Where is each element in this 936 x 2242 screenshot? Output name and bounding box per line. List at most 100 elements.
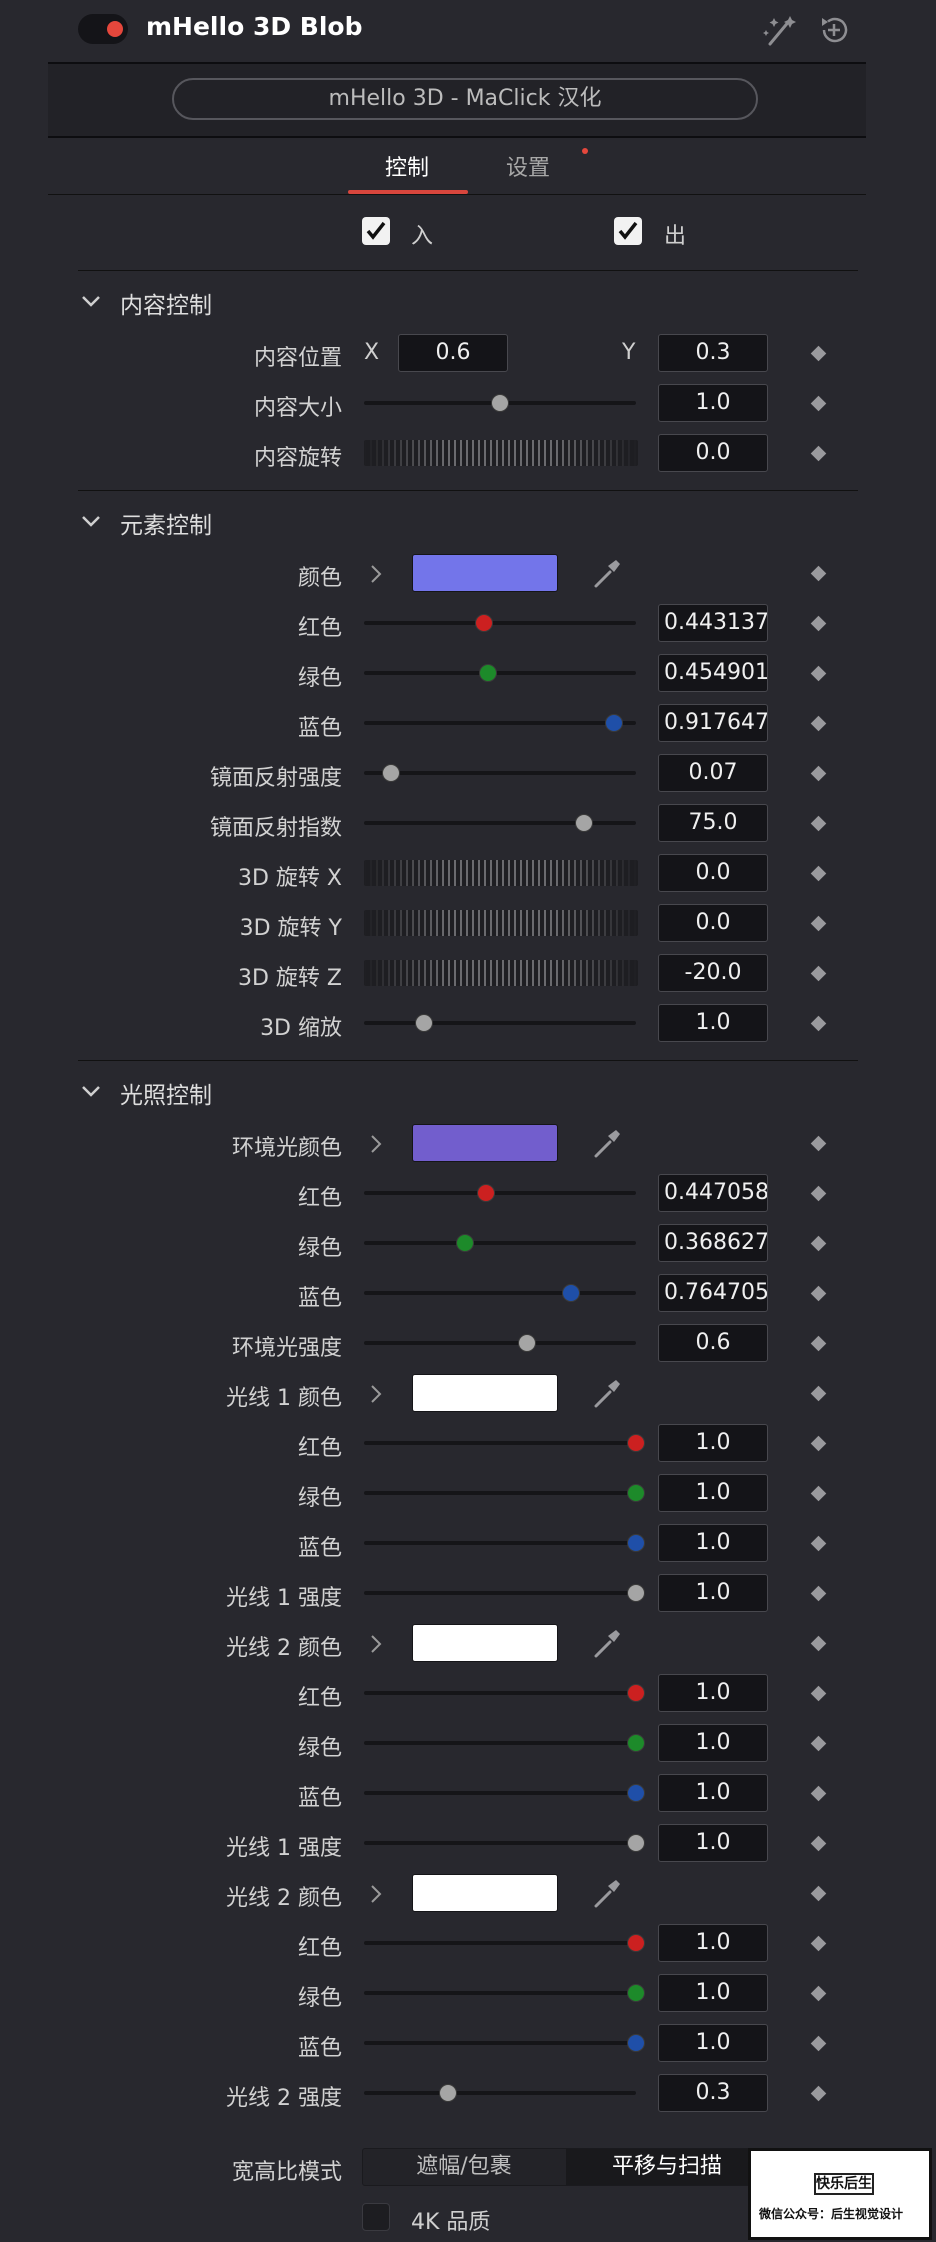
- scale-3d-slider[interactable]: [364, 1021, 636, 1025]
- rotate-y-field[interactable]: 0.0: [658, 904, 768, 942]
- keyframe-icon[interactable]: [810, 1635, 827, 1652]
- chevron-right-icon[interactable]: [368, 1632, 384, 1656]
- slider-knob[interactable]: [627, 1984, 645, 2002]
- keyframe-icon[interactable]: [810, 1835, 827, 1852]
- light1-green-field[interactable]: 1.0: [658, 1474, 768, 1512]
- rotate-x-thumbwheel[interactable]: [364, 860, 638, 886]
- keyframe-icon[interactable]: [810, 1135, 827, 1152]
- keyframe-icon[interactable]: [810, 1985, 827, 2002]
- slider-knob[interactable]: [627, 1784, 645, 1802]
- in-checkbox[interactable]: [362, 217, 390, 245]
- ambient-blue-field[interactable]: 0.764705: [658, 1274, 768, 1312]
- slider-knob[interactable]: [491, 394, 509, 412]
- light2-strength-field[interactable]: 0.3: [658, 2074, 768, 2112]
- ambient-color-swatch[interactable]: [412, 1124, 558, 1162]
- keyframe-icon[interactable]: [810, 665, 827, 682]
- light1-blue-slider[interactable]: [364, 1541, 636, 1545]
- slider-knob[interactable]: [627, 1734, 645, 1752]
- keyframe-icon[interactable]: [810, 2035, 827, 2052]
- rotate-z-thumbwheel[interactable]: [364, 960, 638, 986]
- aspect-option-letterbox[interactable]: 遮幅/包裹: [363, 2149, 565, 2185]
- specular-exponent-slider[interactable]: [364, 821, 636, 825]
- element-blue-slider[interactable]: [364, 721, 636, 725]
- ambient-green-slider[interactable]: [364, 1241, 636, 1245]
- keyframe-icon[interactable]: [810, 1185, 827, 1202]
- rotate-z-field[interactable]: -20.0: [658, 954, 768, 992]
- ambient-green-field[interactable]: 0.368627: [658, 1224, 768, 1262]
- quality-4k-checkbox[interactable]: [362, 2203, 390, 2231]
- chevron-right-icon[interactable]: [368, 1132, 384, 1156]
- slider-knob[interactable]: [627, 1434, 645, 1452]
- position-y-field[interactable]: 0.3: [658, 334, 768, 372]
- slider-knob[interactable]: [627, 1534, 645, 1552]
- keyframe-icon[interactable]: [810, 1015, 827, 1032]
- rotate-x-field[interactable]: 0.0: [658, 854, 768, 892]
- keyframe-icon[interactable]: [810, 565, 827, 582]
- keyframe-icon[interactable]: [810, 1585, 827, 1602]
- slider-knob[interactable]: [475, 614, 494, 632]
- slider-knob[interactable]: [575, 814, 594, 832]
- light1-strength-slider[interactable]: [364, 1591, 636, 1595]
- keyframe-icon[interactable]: [810, 2085, 827, 2102]
- keyframe-icon[interactable]: [810, 445, 827, 462]
- element-green-field[interactable]: 0.454901: [658, 654, 768, 692]
- scale-3d-field[interactable]: 1.0: [658, 1004, 768, 1042]
- position-x-field[interactable]: 0.6: [398, 334, 508, 372]
- keyframe-icon[interactable]: [810, 395, 827, 412]
- keyframe-icon[interactable]: [810, 865, 827, 882]
- keyframe-icon[interactable]: [810, 1785, 827, 1802]
- light1-red-slider[interactable]: [364, 1441, 636, 1445]
- light2-blue-field[interactable]: 1.0: [658, 1774, 768, 1812]
- slider-knob[interactable]: [627, 1684, 645, 1702]
- slider-knob[interactable]: [414, 1014, 433, 1032]
- light2-green-slider[interactable]: [364, 1741, 636, 1745]
- out-checkbox[interactable]: [614, 217, 642, 245]
- ambient-red-field[interactable]: 0.447058: [658, 1174, 768, 1212]
- keyframe-icon[interactable]: [810, 1285, 827, 1302]
- tab-settings[interactable]: 设置: [506, 150, 550, 182]
- magic-wand-icon[interactable]: [760, 10, 800, 50]
- chevron-right-icon[interactable]: [368, 1382, 384, 1406]
- light2-blue-slider[interactable]: [364, 1791, 636, 1795]
- keyframe-icon[interactable]: [810, 815, 827, 832]
- light2-strength-slider[interactable]: [364, 2091, 636, 2095]
- keyframe-icon[interactable]: [810, 615, 827, 632]
- light2-red-field[interactable]: 1.0: [658, 1674, 768, 1712]
- eyedropper-icon[interactable]: [592, 1376, 622, 1410]
- light3-green-slider[interactable]: [364, 1991, 636, 1995]
- slider-knob[interactable]: [627, 1834, 645, 1852]
- light3-blue-slider[interactable]: [364, 2041, 636, 2045]
- content-rotation-thumbwheel[interactable]: [364, 440, 638, 466]
- light2-strength-dup-slider[interactable]: [364, 1841, 636, 1845]
- light3-red-field[interactable]: 1.0: [658, 1924, 768, 1962]
- light1-strength-field[interactable]: 1.0: [658, 1574, 768, 1612]
- element-green-slider[interactable]: [364, 671, 636, 675]
- ambient-blue-slider[interactable]: [364, 1291, 636, 1295]
- keyframe-icon[interactable]: [810, 765, 827, 782]
- ambient-strength-slider[interactable]: [364, 1341, 636, 1345]
- slider-knob[interactable]: [627, 1934, 645, 1952]
- slider-knob[interactable]: [627, 1584, 645, 1602]
- slider-knob[interactable]: [455, 1234, 474, 1252]
- light2-strength-dup-field[interactable]: 1.0: [658, 1824, 768, 1862]
- keyframe-icon[interactable]: [810, 1885, 827, 1902]
- eyedropper-icon[interactable]: [592, 556, 622, 590]
- keyframe-icon[interactable]: [810, 965, 827, 982]
- eyedropper-icon[interactable]: [592, 1876, 622, 1910]
- eyedropper-icon[interactable]: [592, 1626, 622, 1660]
- slider-knob[interactable]: [627, 1484, 645, 1502]
- keyframe-icon[interactable]: [810, 715, 827, 732]
- slider-knob[interactable]: [382, 764, 401, 782]
- slider-knob[interactable]: [627, 2034, 645, 2052]
- light2-red-slider[interactable]: [364, 1691, 636, 1695]
- content-rotation-field[interactable]: 0.0: [658, 434, 768, 472]
- preset-button[interactable]: mHello 3D - MaClick 汉化: [172, 78, 758, 120]
- light1-green-slider[interactable]: [364, 1491, 636, 1495]
- tab-control[interactable]: 控制: [385, 150, 429, 182]
- slider-knob[interactable]: [604, 714, 623, 732]
- element-red-field[interactable]: 0.443137: [658, 604, 768, 642]
- chevron-right-icon[interactable]: [368, 1882, 384, 1906]
- keyframe-icon[interactable]: [810, 345, 827, 362]
- keyframe-icon[interactable]: [810, 1485, 827, 1502]
- slider-knob[interactable]: [477, 1184, 496, 1202]
